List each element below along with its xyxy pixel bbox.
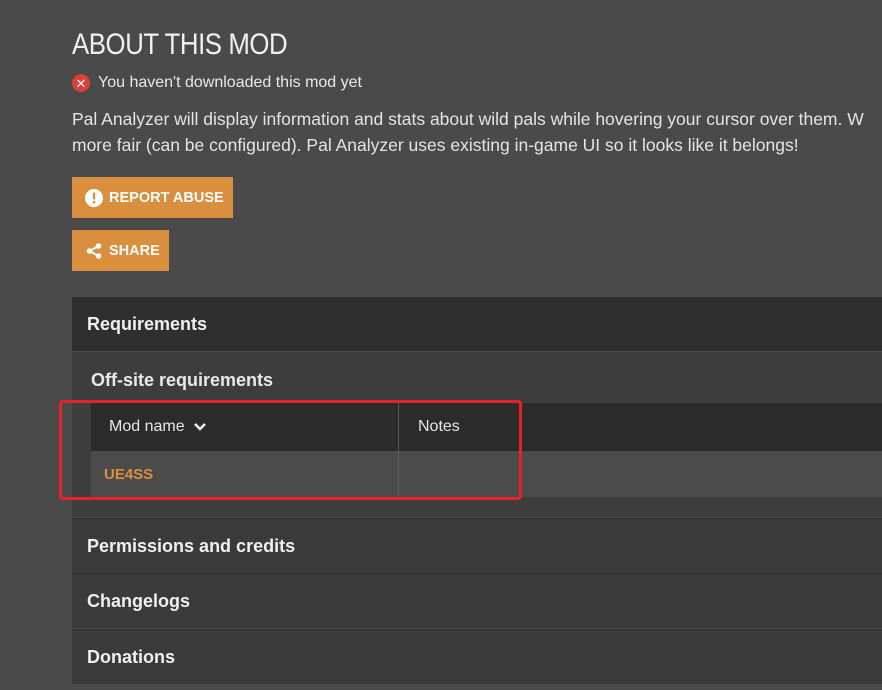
share-icon [85,242,103,260]
offsite-requirements-title: Off-site requirements [91,370,274,390]
page-title: ABOUT THIS MOD [72,28,288,61]
share-label: SHARE [109,242,160,259]
download-status: ✕ You haven't downloaded this mod yet [72,74,362,92]
mod-name-cell: UE4SS [91,451,399,497]
permissions-header[interactable]: Permissions and credits [72,518,882,573]
column-mod-name[interactable]: Mod name [91,403,399,451]
report-abuse-button[interactable]: REPORT ABUSE [72,177,233,218]
exclamation-circle-icon [85,188,103,207]
share-button[interactable]: SHARE [72,230,169,271]
mod-link-ue4ss[interactable]: UE4SS [104,466,153,483]
table-header: Mod name Notes [91,403,882,451]
column-mod-name-label: Mod name [109,418,185,435]
mod-description: Pal Analyzer will display information an… [72,106,882,158]
column-notes-label: Notes [418,418,460,435]
permissions-title: Permissions and credits [87,535,296,556]
report-abuse-label: REPORT ABUSE [109,189,224,206]
close-circle-icon: ✕ [72,74,90,92]
column-notes: Notes [399,403,882,451]
donations-header[interactable]: Donations [72,629,882,684]
donations-title: Donations [87,646,175,667]
requirements-title: Requirements [87,313,208,334]
status-text: You haven't downloaded this mod yet [98,74,362,91]
chevron-down-icon [193,422,207,432]
requirements-header[interactable]: Requirements [72,297,882,351]
description-line: Pal Analyzer will display information an… [72,109,864,129]
description-line: more fair (can be configured). Pal Analy… [72,135,799,155]
changelogs-title: Changelogs [87,590,191,611]
mod-page: ABOUT THIS MOD ✕ You haven't downloaded … [0,0,882,690]
changelogs-header[interactable]: Changelogs [72,573,882,628]
requirements-body: Off-site requirements Mod name Notes UE4… [72,352,882,517]
table-row: UE4SS [91,451,882,497]
notes-cell [399,451,882,497]
